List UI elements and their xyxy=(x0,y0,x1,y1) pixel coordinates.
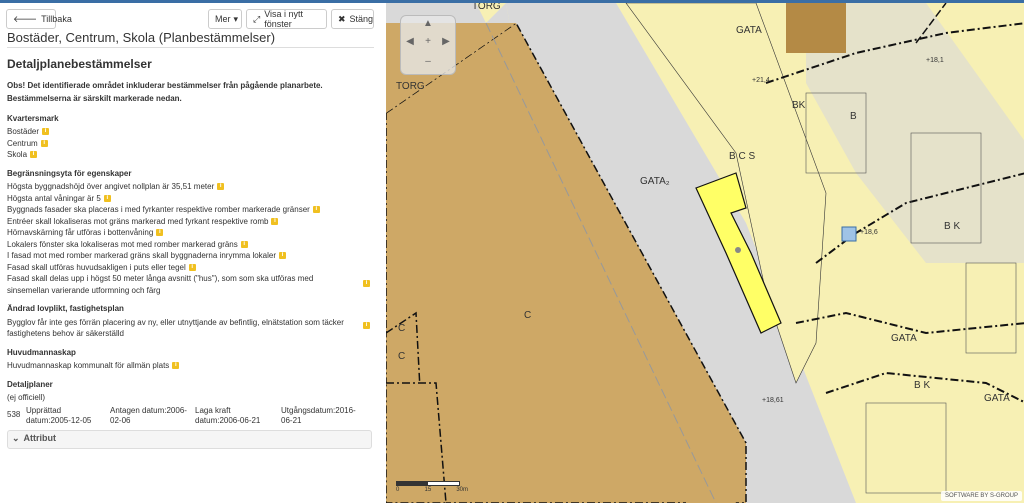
info-icon[interactable]: i xyxy=(271,217,279,225)
attribut-toggle[interactable]: ⌄ Attribut xyxy=(7,429,372,449)
info-icon[interactable]: i xyxy=(40,139,48,147)
close-button[interactable]: ✖ Stäng xyxy=(331,9,374,29)
info-icon[interactable]: i xyxy=(217,183,225,191)
list-item: Högsta byggnadshöjd över angivet nollpla… xyxy=(7,181,372,193)
zoom-out-button[interactable]: – xyxy=(419,56,437,70)
info-panel: 🡐 Tillbaka Mer ▾ ⤢ Visa i nytt fönster ✖ Stä… xyxy=(0,3,386,503)
list-item: Huvudmannaskap kommunalt för allmän plat… xyxy=(7,360,372,372)
info-icon[interactable]: i xyxy=(312,206,320,214)
list-item: Hörnavskärning får utföras i bottenvånin… xyxy=(7,227,372,239)
list-item: Bostäder i xyxy=(7,126,372,138)
open-new-window-button[interactable]: ⤢ Visa i nytt fönster xyxy=(246,9,327,29)
list-item: Lokalers fönster ska lokaliseras mot med… xyxy=(7,239,372,251)
list-item: Skola i xyxy=(7,149,372,161)
map-label: GATA xyxy=(984,393,1010,404)
software-logo: SOFTWARE BY S-GROUP xyxy=(940,491,1022,501)
expand-icon: ⤢ xyxy=(253,13,261,24)
map-label: C xyxy=(398,351,406,362)
detaljplan-status: (ej officiell) xyxy=(7,393,46,402)
info-icon[interactable]: i xyxy=(363,321,370,329)
list-item: Bygglov får inte ges förrän placering av… xyxy=(7,317,372,340)
map-label: B C S xyxy=(729,151,756,162)
pan-left-button[interactable]: ◀ xyxy=(403,36,417,50)
chevron-down-icon: ⌄ xyxy=(12,433,20,444)
list-item: I fasad mot med romber markerad gräns sk… xyxy=(7,250,372,262)
page-title: Bostäder, Centrum, Skola (Planbestämmels… xyxy=(7,30,276,45)
notice-text: Obs! Det identifierade området inkludera… xyxy=(7,80,323,103)
close-icon: ✖ xyxy=(338,13,346,24)
back-button[interactable]: 🡐 Tillbaka xyxy=(6,9,72,29)
huvudmannaskap-heading: Huvudmannaskap xyxy=(7,347,76,357)
info-icon[interactable]: i xyxy=(103,194,111,202)
begransning-heading: Begränsningsyta för egenskaper xyxy=(7,168,132,178)
caret-down-icon: ▾ xyxy=(233,13,239,24)
plan-details: Detaljplanebestämmelser Obs! Det identif… xyxy=(7,57,372,449)
height-label: +18,61 xyxy=(762,397,784,404)
info-icon[interactable]: i xyxy=(363,280,370,287)
map-label: C xyxy=(524,310,532,321)
zoom-in-button[interactable]: + xyxy=(419,36,437,50)
map-view[interactable]: TORG TORG GATA GATA₂ GATA GATA B C S C C… xyxy=(386,3,1024,503)
list-item: Fasad skall utföras huvudsakligen i puts… xyxy=(7,262,372,274)
map-label: TORG xyxy=(472,3,501,12)
list-item: Centrum i xyxy=(7,138,372,150)
divider xyxy=(7,47,374,48)
detaljplaner-heading: Detaljplaner xyxy=(7,379,53,389)
more-button[interactable]: Mer ▾ xyxy=(208,9,242,29)
info-icon[interactable]: i xyxy=(156,229,164,237)
map-label: B xyxy=(850,111,857,122)
kvartersmark-heading: Kvartersmark xyxy=(7,113,59,123)
map-label: GATA xyxy=(891,333,917,344)
info-icon[interactable]: i xyxy=(172,362,180,370)
info-icon[interactable]: i xyxy=(279,252,287,260)
lovplikt-heading: Ändrad lovplikt, fastighetsplan xyxy=(7,304,124,313)
pan-up-button[interactable]: ▲ xyxy=(419,18,437,32)
map-label: TORG xyxy=(396,81,425,92)
map-label: BK xyxy=(792,100,806,111)
info-icon[interactable]: i xyxy=(30,151,38,159)
scale-bar: 0 15 30m xyxy=(396,481,468,493)
map-label: B K xyxy=(944,221,961,232)
map-label: GATA₂ xyxy=(640,176,670,187)
list-item: Entréer skall lokaliseras mot gräns mark… xyxy=(7,216,372,228)
arrow-left-icon: 🡐 xyxy=(13,13,38,24)
height-label: +18,1 xyxy=(926,57,944,64)
pan-right-button[interactable]: ▶ xyxy=(439,36,453,50)
info-icon[interactable]: i xyxy=(240,240,248,248)
height-label: +18,6 xyxy=(860,229,878,236)
info-icon[interactable]: i xyxy=(42,128,50,136)
map-label: B K xyxy=(914,380,931,391)
map-canvas[interactable] xyxy=(386,3,1024,503)
map-label: C xyxy=(398,323,406,334)
height-label: +21,4 xyxy=(752,77,770,84)
detaljplan-row: 538 Upprättad datum:2005-12-05 Antagen d… xyxy=(7,405,356,425)
toolbar: 🡐 Tillbaka Mer ▾ ⤢ Visa i nytt fönster ✖ Stä… xyxy=(6,9,374,31)
map-navigation: ▲ ◀ ▶ + – xyxy=(400,15,456,75)
section-title: Detaljplanebestämmelser xyxy=(7,57,152,71)
info-icon[interactable]: i xyxy=(188,263,196,271)
map-label: GATA xyxy=(736,25,762,36)
list-item: Högsta antal våningar är 5i xyxy=(7,193,372,205)
list-item: Byggnads fasader ska placeras i med fyrk… xyxy=(7,204,372,216)
list-item: Fasad skall delas upp i högst 50 meter l… xyxy=(7,273,372,296)
